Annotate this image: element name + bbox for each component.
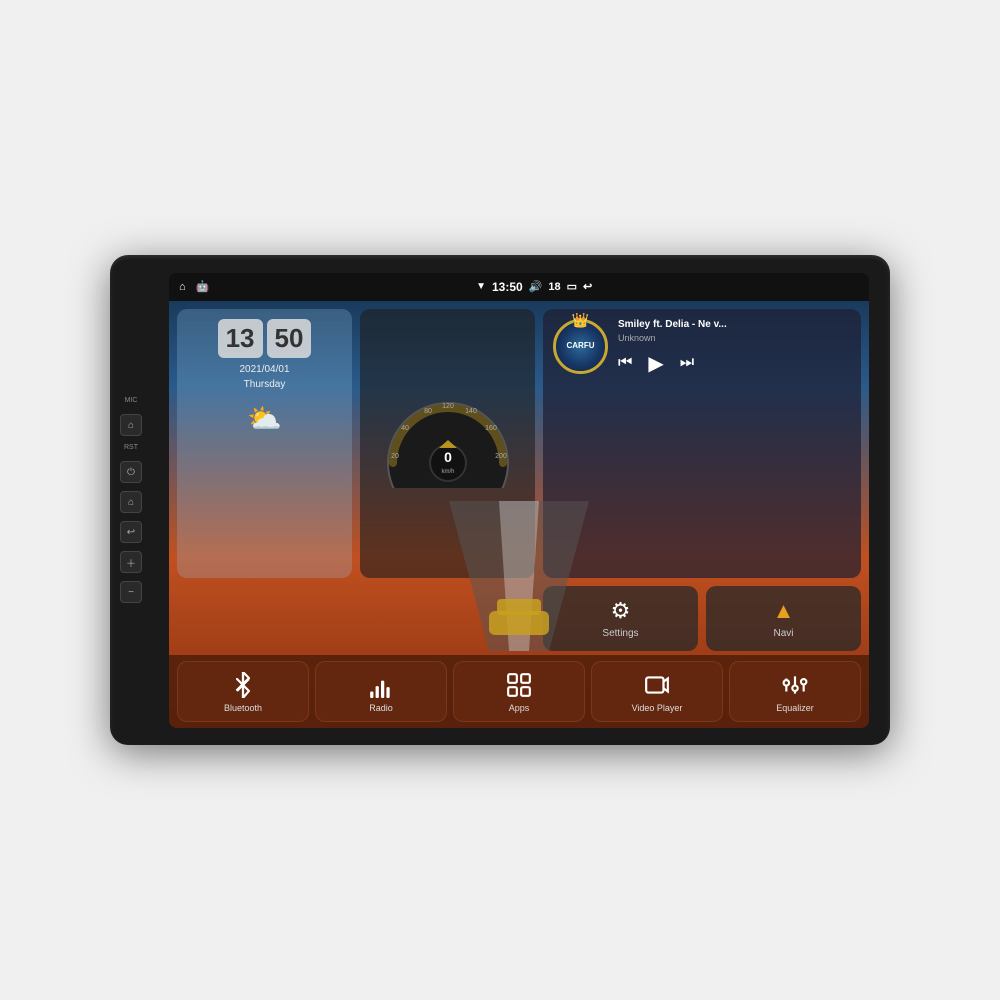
side-buttons-panel: MIC ⌂ RST ⏻ ⌂ ↩ ＋ − [120, 397, 142, 603]
svg-text:120: 120 [442, 403, 454, 410]
music-info: Smiley ft. Delia - Ne v... Unknown ⏮ ▶ ⏭ [618, 319, 851, 376]
music-controls: ⏮ ▶ ⏭ [618, 351, 851, 376]
equalizer-label: Equalizer [776, 703, 814, 713]
svg-text:140: 140 [465, 408, 477, 415]
svg-text:40: 40 [401, 425, 409, 432]
svg-text:200: 200 [495, 453, 507, 460]
volume-icon: 🔊 [529, 280, 543, 293]
vol-up-button[interactable]: ＋ [120, 551, 142, 573]
wifi-icon: ▼ [476, 281, 486, 292]
svg-text:km/h: km/h [441, 469, 454, 475]
music-artist: Unknown [618, 333, 851, 343]
settings-icon: ⚙ [611, 598, 631, 624]
apps-icon [506, 672, 532, 698]
equalizer-icon [782, 672, 808, 698]
prev-button[interactable]: ⏮ [618, 354, 632, 372]
battery-icon: ▭ [567, 280, 577, 293]
bluetooth-label: Bluetooth [224, 703, 262, 713]
svg-text:20: 20 [391, 453, 399, 460]
home-button[interactable]: ⌂ [120, 414, 142, 436]
settings-label: Settings [602, 628, 638, 639]
music-top: 👑 CARFU Smiley ft. Delia - Ne v... Unkno… [553, 319, 851, 376]
rst-label: RST [124, 444, 138, 451]
mic-label: MIC [125, 397, 138, 404]
clock-widget[interactable]: 13 50 2021/04/01 Thursday ⛅ [177, 309, 352, 578]
apps-label: Apps [509, 703, 530, 713]
video-player-button[interactable]: Video Player [591, 661, 723, 722]
weather-icon: ⛅ [247, 402, 282, 435]
apps-button[interactable]: Apps [453, 661, 585, 722]
video-player-label: Video Player [632, 703, 683, 713]
power-button[interactable]: ⏻ [120, 461, 142, 483]
bluetooth-button[interactable]: Bluetooth [177, 661, 309, 722]
status-center: ▼ 13:50 🔊 18 ▭ ↩ [476, 280, 592, 294]
settings-row: ⚙ Settings ▲ Navi [169, 582, 869, 655]
crown-icon: 👑 [572, 312, 589, 329]
radio-button[interactable]: Radio [315, 661, 447, 722]
speedometer-svg: 20 40 80 120 140 160 200 0 km/h [383, 398, 513, 488]
spacer [177, 586, 535, 651]
widgets-row: 13 50 2021/04/01 Thursday ⛅ 20 [169, 301, 869, 582]
status-bar: ⌂ 🤖 ▼ 13:50 🔊 18 ▭ ↩ [169, 273, 869, 301]
navi-button[interactable]: ▲ Navi [706, 586, 861, 651]
back-status-icon: ↩ [583, 280, 592, 293]
radio-icon [368, 672, 394, 698]
svg-text:0: 0 [444, 449, 452, 465]
home-nav-button[interactable]: ⌂ [120, 491, 142, 513]
speedometer-widget[interactable]: 20 40 80 120 140 160 200 0 km/h [360, 309, 535, 578]
clock-minute: 50 [267, 319, 312, 358]
apps-row: Bluetooth Radio [169, 655, 869, 728]
android-icon: 🤖 [196, 280, 210, 293]
main-content: 13 50 2021/04/01 Thursday ⛅ 20 [169, 301, 869, 728]
radio-label: Radio [369, 703, 393, 713]
equalizer-button[interactable]: Equalizer [729, 661, 861, 722]
album-logo: CARFU [567, 341, 595, 351]
next-button[interactable]: ⏭ [680, 354, 694, 372]
play-button[interactable]: ▶ [648, 351, 663, 376]
back-button[interactable]: ↩ [120, 521, 142, 543]
album-art: 👑 CARFU [553, 319, 608, 374]
music-title: Smiley ft. Delia - Ne v... [618, 319, 851, 330]
clock-day: Thursday [244, 379, 286, 390]
car-radio-device: MIC ⌂ RST ⏻ ⌂ ↩ ＋ − ⌂ 🤖 ▼ 13:50 🔊 18 ▭ ↩ [110, 255, 890, 745]
music-widget[interactable]: 👑 CARFU Smiley ft. Delia - Ne v... Unkno… [543, 309, 861, 578]
volume-level: 18 [548, 281, 560, 293]
clock-hour: 13 [218, 319, 263, 358]
svg-text:80: 80 [424, 408, 432, 415]
settings-button[interactable]: ⚙ Settings [543, 586, 698, 651]
clock-date: 2021/04/01 [239, 364, 289, 375]
navi-label: Navi [773, 628, 793, 639]
screen: ⌂ 🤖 ▼ 13:50 🔊 18 ▭ ↩ [169, 273, 869, 728]
navi-icon: ▲ [773, 598, 795, 624]
video-icon [644, 672, 670, 698]
clock-display: 13 50 [218, 319, 312, 358]
status-left: ⌂ 🤖 [179, 280, 209, 293]
bluetooth-icon [230, 672, 256, 698]
vol-down-button[interactable]: − [120, 581, 142, 603]
home-status-icon: ⌂ [179, 281, 186, 293]
status-time: 13:50 [492, 280, 523, 294]
svg-text:160: 160 [485, 425, 497, 432]
